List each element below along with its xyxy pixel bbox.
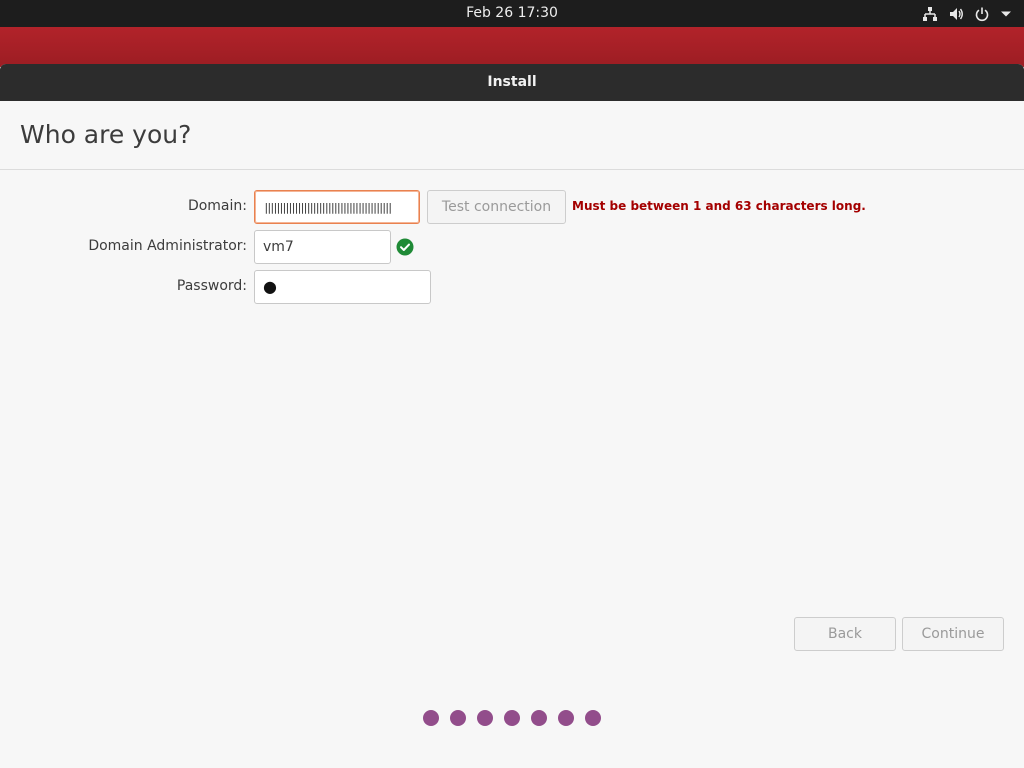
password-label: Password:	[176, 278, 247, 294]
domain-admin-label: Domain Administrator:	[88, 238, 247, 254]
password-input[interactable]: ●	[254, 270, 431, 304]
test-connection-button[interactable]: Test connection	[427, 190, 566, 224]
progress-dot	[558, 710, 574, 726]
system-tray[interactable]	[922, 0, 1012, 27]
progress-dot	[450, 710, 466, 726]
domain-input-value: ||||||||||||||||||||||||||||||||||||||||…	[263, 201, 394, 214]
top-bar: Feb 26 17:30	[0, 0, 1024, 27]
progress-dot	[585, 710, 601, 726]
progress-dot	[504, 710, 520, 726]
progress-indicator	[423, 710, 601, 726]
back-button[interactable]: Back	[794, 617, 896, 651]
desktop-background	[0, 27, 1024, 67]
progress-dot	[423, 710, 439, 726]
network-icon[interactable]	[922, 6, 938, 22]
volume-icon[interactable]	[948, 6, 964, 22]
header-area: Who are you?	[0, 101, 1024, 170]
power-icon[interactable]	[974, 6, 990, 22]
check-icon	[396, 238, 414, 260]
domain-input[interactable]: ||||||||||||||||||||||||||||||||||||||||…	[254, 190, 420, 224]
continue-button[interactable]: Continue	[902, 617, 1004, 651]
domain-error-message: Must be between 1 and 63 characters long…	[572, 199, 866, 213]
installer-window: Install Who are you?	[0, 64, 1024, 768]
chevron-down-icon[interactable]	[1000, 8, 1012, 20]
clock[interactable]: Feb 26 17:30	[0, 0, 1024, 27]
progress-dot	[477, 710, 493, 726]
progress-dot	[531, 710, 547, 726]
domain-label: Domain:	[187, 198, 247, 214]
domain-admin-input[interactable]: vm7	[254, 230, 391, 264]
window-title: Install	[0, 64, 1024, 101]
page-title: Who are you?	[20, 120, 192, 149]
